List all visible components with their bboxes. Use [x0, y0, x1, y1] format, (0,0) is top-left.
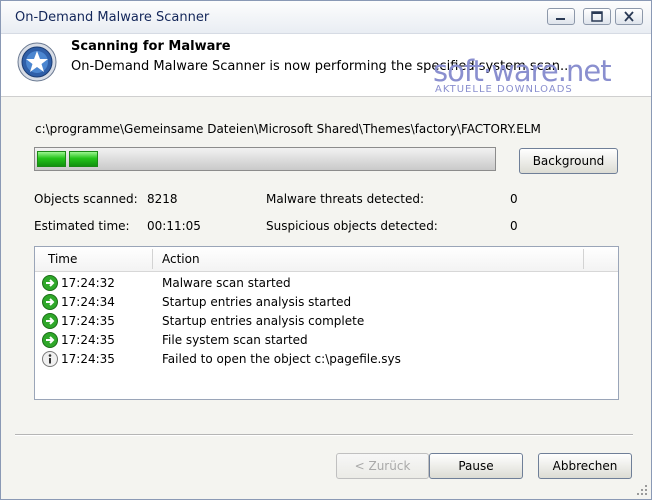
- suspicious-objects-value: 0: [510, 219, 518, 233]
- log-row[interactable]: 17:24:32 Malware scan started: [35, 274, 618, 293]
- log-row[interactable]: 17:24:35 Failed to open the object c:\pa…: [35, 350, 618, 369]
- window-title: On-Demand Malware Scanner: [15, 10, 210, 25]
- scan-progress-bar: [34, 147, 496, 171]
- scan-log-list[interactable]: Time Action 17:24:32 Malware scan starte…: [34, 246, 619, 400]
- header-title: Scanning for Malware: [71, 39, 231, 54]
- watermark-brand: soft·ware.net: [433, 54, 612, 88]
- maximize-button[interactable]: [583, 8, 611, 25]
- maximize-icon: [591, 11, 603, 22]
- arrow-ok-icon: [42, 275, 58, 291]
- log-action: Malware scan started: [162, 276, 291, 290]
- objects-scanned-label: Objects scanned:: [34, 192, 138, 206]
- cancel-button[interactable]: Abbrechen: [538, 453, 632, 479]
- scanner-window: On-Demand Malware Scanner Scanning for M…: [0, 0, 652, 500]
- log-action: Startup entries analysis started: [162, 295, 352, 309]
- close-button[interactable]: [615, 8, 643, 25]
- log-time: 17:24:35: [61, 314, 115, 328]
- shield-star-icon: [17, 42, 57, 82]
- current-file-path: c:\programme\Gemeinsame Dateien\Microsof…: [35, 122, 541, 136]
- footer-divider: [15, 434, 633, 436]
- log-row[interactable]: 17:24:35 File system scan started: [35, 331, 618, 350]
- log-time: 17:24:35: [61, 352, 115, 366]
- arrow-ok-icon: [42, 294, 58, 310]
- close-icon: [624, 11, 634, 22]
- log-action: Failed to open the object c:\pagefile.sy…: [162, 352, 401, 366]
- info-icon: [42, 351, 58, 367]
- pause-button[interactable]: Pause: [429, 453, 523, 479]
- arrow-ok-icon: [42, 313, 58, 329]
- malware-threats-value: 0: [510, 192, 518, 206]
- minimize-icon: [556, 18, 565, 20]
- log-row[interactable]: 17:24:34 Startup entries analysis starte…: [35, 293, 618, 312]
- estimated-time-label: Estimated time:: [34, 219, 130, 233]
- progress-segment: [69, 151, 98, 167]
- log-time: 17:24:32: [61, 276, 115, 290]
- objects-scanned-value: 8218: [147, 192, 178, 206]
- column-header-action[interactable]: Action: [162, 252, 200, 266]
- log-row[interactable]: 17:24:35 Startup entries analysis comple…: [35, 312, 618, 331]
- progress-segment: [37, 151, 66, 167]
- resize-grip-icon[interactable]: [637, 485, 649, 497]
- watermark-logo: soft·ware.net AKTUELLE DOWNLOADS: [433, 54, 643, 95]
- column-separator[interactable]: [152, 249, 153, 269]
- back-button[interactable]: < Zurück: [336, 453, 429, 479]
- column-header-time[interactable]: Time: [48, 252, 77, 266]
- arrow-ok-icon: [42, 332, 58, 348]
- wizard-header: Scanning for Malware On-Demand Malware S…: [1, 34, 651, 97]
- background-button[interactable]: Background: [519, 148, 618, 174]
- minimize-button[interactable]: [547, 8, 575, 25]
- progress-fill: [37, 151, 101, 167]
- log-action: Startup entries analysis complete: [162, 314, 365, 328]
- log-header: Time Action: [35, 247, 618, 272]
- title-bar[interactable]: On-Demand Malware Scanner: [1, 1, 651, 34]
- log-action: File system scan started: [162, 333, 308, 347]
- malware-threats-label: Malware threats detected:: [266, 192, 424, 206]
- log-time: 17:24:34: [61, 295, 115, 309]
- estimated-time-value: 00:11:05: [147, 219, 201, 233]
- suspicious-objects-label: Suspicious objects detected:: [266, 219, 438, 233]
- watermark-tagline: AKTUELLE DOWNLOADS: [435, 84, 573, 95]
- column-separator[interactable]: [583, 249, 584, 269]
- log-time: 17:24:35: [61, 333, 115, 347]
